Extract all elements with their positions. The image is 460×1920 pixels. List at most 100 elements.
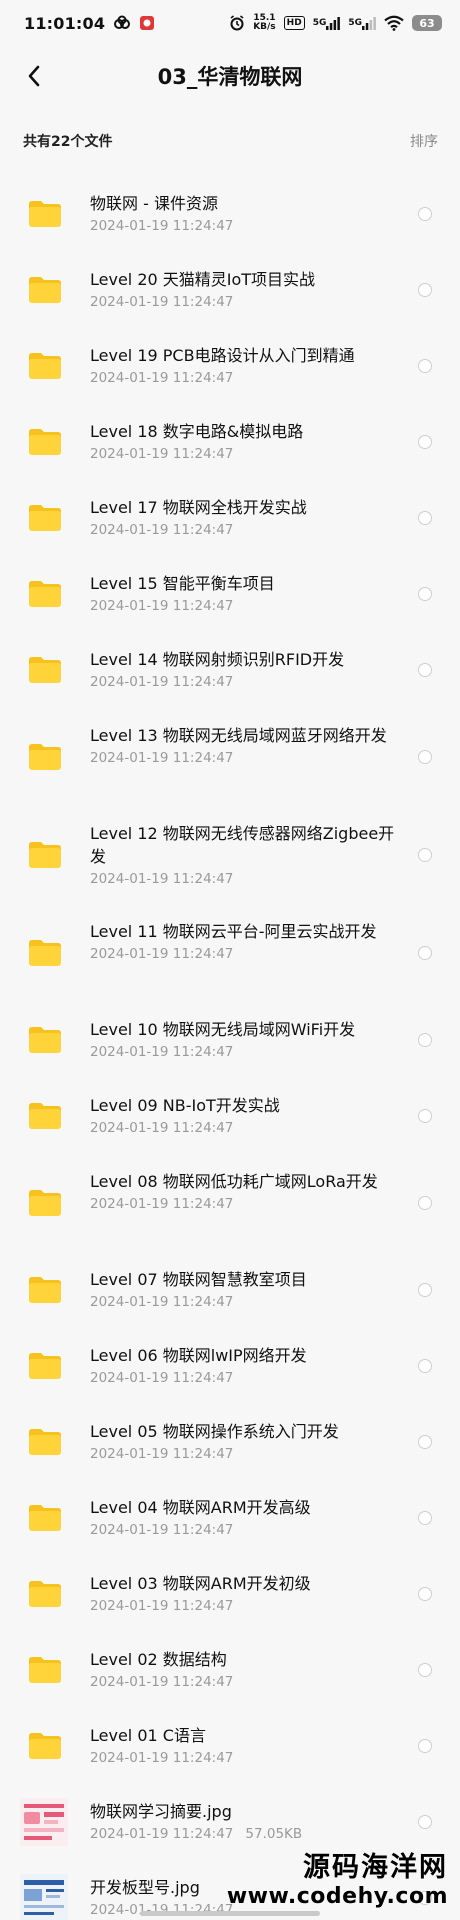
file-meta: 2024-01-19 11:24:47	[90, 1520, 408, 1540]
select-radio[interactable]	[418, 1359, 432, 1373]
file-name: 物联网 - 课件资源	[90, 194, 218, 213]
file-name: Level 05 物联网操作系统入门开发	[90, 1422, 339, 1441]
status-left: 11:01:04	[24, 14, 155, 33]
watermark-url: www.codehy.com	[226, 1884, 448, 1909]
select-radio[interactable]	[418, 1435, 432, 1449]
select-radio[interactable]	[418, 1196, 432, 1210]
file-name: Level 11 物联网云平台-阿里云实战开发	[90, 921, 377, 941]
sort-button[interactable]: 排序	[410, 131, 438, 151]
file-name: Level 08 物联网低功耗广域网LoRa开发	[90, 1171, 378, 1191]
row-text: Level 03 物联网ARM开发初级 2024-01-19 11:24:47	[90, 1572, 408, 1616]
file-meta: 2024-01-19 11:24:47	[90, 1292, 408, 1312]
back-button[interactable]	[18, 60, 50, 92]
file-date: 2024-01-19 11:24:47	[90, 1750, 234, 1766]
file-date: 2024-01-19 11:24:47	[90, 446, 234, 462]
folder-icon	[29, 1027, 61, 1053]
folder-row[interactable]: Level 12 物联网无线传感器网络Zigbee开发 2024-01-19 11…	[0, 806, 460, 904]
select-radio[interactable]	[418, 207, 432, 221]
cell-signal-icon-2: 5G	[348, 16, 376, 30]
file-name: Level 18 数字电路&模拟电路	[90, 422, 304, 441]
folder-icon	[29, 1277, 61, 1303]
file-date: 2024-01-19 11:24:47	[90, 1826, 234, 1842]
row-text: Level 06 物联网lwIP网络开发 2024-01-19 11:24:47	[90, 1344, 408, 1388]
select-radio[interactable]	[418, 946, 432, 960]
select-radio[interactable]	[418, 750, 432, 764]
row-text: Level 05 物联网操作系统入门开发 2024-01-19 11:24:47	[90, 1420, 408, 1464]
row-text: Level 17 物联网全栈开发实战 2024-01-19 11:24:47	[90, 496, 408, 540]
watermark-cn: 源码海洋网	[303, 1852, 448, 1883]
file-name: Level 20 天猫精灵IoT项目实战	[90, 270, 316, 289]
file-meta: 2024-01-19 11:24:47	[90, 1748, 408, 1768]
select-radio[interactable]	[418, 1283, 432, 1297]
folder-row[interactable]: Level 10 物联网无线局域网WiFi开发 2024-01-19 11:24:…	[0, 1002, 460, 1078]
select-radio[interactable]	[418, 283, 432, 297]
file-meta: 2024-01-19 11:24:47	[90, 1042, 408, 1062]
folder-row[interactable]: 物联网 - 课件资源 2024-01-19 11:24:47	[0, 176, 460, 252]
select-radio[interactable]	[418, 511, 432, 525]
folder-row[interactable]: Level 20 天猫精灵IoT项目实战 2024-01-19 11:24:47	[0, 252, 460, 328]
select-radio[interactable]	[418, 1033, 432, 1047]
status-time: 11:01:04	[24, 13, 106, 33]
folder-icon	[29, 1581, 61, 1607]
file-meta: 2024-01-19 11:24:47	[90, 1444, 408, 1464]
file-meta: 2024-01-19 11:24:47	[90, 748, 408, 768]
app-notification-icon	[139, 15, 155, 31]
folder-icon	[29, 1429, 61, 1455]
folder-row[interactable]: Level 13 物联网无线局域网蓝牙网络开发 2024-01-19 11:24:…	[0, 708, 460, 806]
select-radio[interactable]	[418, 359, 432, 373]
image-thumbnail-icon	[20, 1874, 68, 1920]
select-radio[interactable]	[418, 1815, 432, 1829]
file-name: Level 12 物联网无线传感器网络Zigbee开发	[90, 823, 395, 866]
folder-icon	[29, 1733, 61, 1759]
folder-row[interactable]: Level 15 智能平衡车项目 2024-01-19 11:24:47	[0, 556, 460, 632]
select-radio[interactable]	[418, 1739, 432, 1753]
select-radio[interactable]	[418, 1109, 432, 1123]
folder-row[interactable]: Level 14 物联网射频识别RFID开发 2024-01-19 11:24:4…	[0, 632, 460, 708]
home-indicator[interactable]	[140, 1911, 320, 1916]
folder-row[interactable]: Level 17 物联网全栈开发实战 2024-01-19 11:24:47	[0, 480, 460, 556]
select-radio[interactable]	[418, 1511, 432, 1525]
file-date: 2024-01-19 11:24:47	[90, 598, 234, 614]
select-radio[interactable]	[418, 1587, 432, 1601]
select-radio[interactable]	[418, 587, 432, 601]
file-size: 57.05KB	[245, 1826, 303, 1842]
folder-row[interactable]: Level 05 物联网操作系统入门开发 2024-01-19 11:24:47	[0, 1404, 460, 1480]
wifi-icon	[384, 15, 404, 31]
hd-voice-badge: HD	[283, 16, 305, 30]
folder-icon	[29, 201, 61, 227]
row-text: Level 12 物联网无线传感器网络Zigbee开发 2024-01-19 11…	[90, 822, 408, 889]
folder-row[interactable]: Level 06 物联网lwIP网络开发 2024-01-19 11:24:47	[0, 1328, 460, 1404]
status-bar: 11:01:04 15.1 KB/s HD 5G 5G 63	[0, 0, 460, 46]
file-date: 2024-01-19 11:24:47	[90, 1598, 234, 1614]
folder-row[interactable]: Level 11 物联网云平台-阿里云实战开发 2024-01-19 11:24:…	[0, 904, 460, 1002]
select-radio[interactable]	[418, 848, 432, 862]
title-bar: 03_华清物联网	[0, 46, 460, 106]
alarm-icon	[229, 15, 245, 31]
folder-row[interactable]: Level 01 C语言 2024-01-19 11:24:47	[0, 1708, 460, 1784]
file-date: 2024-01-19 11:24:47	[90, 1674, 234, 1690]
folder-row[interactable]: Level 03 物联网ARM开发初级 2024-01-19 11:24:47	[0, 1556, 460, 1632]
network-speed: 15.1 KB/s	[253, 14, 275, 32]
select-radio[interactable]	[418, 663, 432, 677]
file-date: 2024-01-19 11:24:47	[90, 870, 234, 887]
file-name: Level 19 PCB电路设计从入门到精通	[90, 346, 355, 365]
file-date: 2024-01-19 11:24:47	[90, 945, 234, 962]
folder-row[interactable]: Level 18 数字电路&模拟电路 2024-01-19 11:24:47	[0, 404, 460, 480]
select-radio[interactable]	[418, 435, 432, 449]
file-date: 2024-01-19 11:24:47	[90, 370, 234, 386]
folder-row[interactable]: Level 02 数据结构 2024-01-19 11:24:47	[0, 1632, 460, 1708]
file-row[interactable]: 物联网学习摘要.jpg 2024-01-19 11:24:47 57.05KB	[0, 1784, 460, 1860]
folder-row[interactable]: Level 04 物联网ARM开发高级 2024-01-19 11:24:47	[0, 1480, 460, 1556]
folder-row[interactable]: Level 08 物联网低功耗广域网LoRa开发 2024-01-19 11:24…	[0, 1154, 460, 1252]
row-text: Level 04 物联网ARM开发高级 2024-01-19 11:24:47	[90, 1496, 408, 1540]
folder-row[interactable]: Level 07 物联网智慧教室项目 2024-01-19 11:24:47	[0, 1252, 460, 1328]
file-name: Level 06 物联网lwIP网络开发	[90, 1346, 307, 1365]
folder-row[interactable]: Level 09 NB-IoT开发实战 2024-01-19 11:24:47	[0, 1078, 460, 1154]
folder-icon	[29, 353, 61, 379]
page-title: 03_华清物联网	[157, 65, 303, 89]
folder-row[interactable]: Level 19 PCB电路设计从入门到精通 2024-01-19 11:24:4…	[0, 328, 460, 404]
select-radio[interactable]	[418, 1663, 432, 1677]
file-name: Level 07 物联网智慧教室项目	[90, 1270, 307, 1289]
file-date: 2024-01-19 11:24:47	[90, 674, 234, 690]
network-speed-unit: KB/s	[253, 22, 276, 32]
